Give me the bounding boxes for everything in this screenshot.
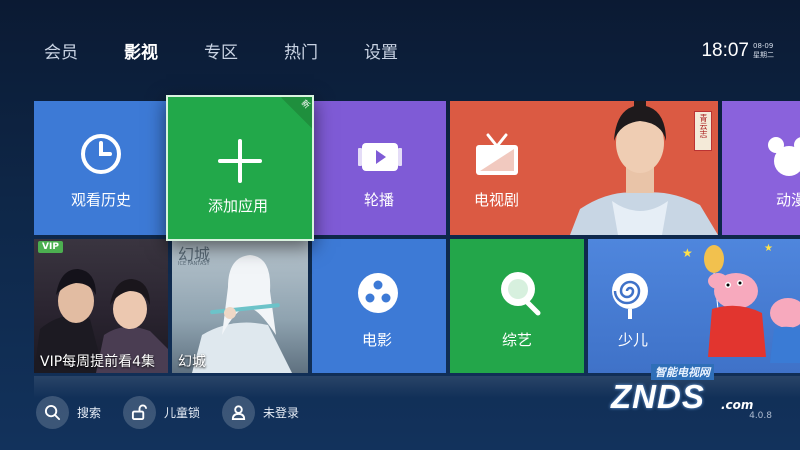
tile-carousel[interactable]: 轮播 (314, 101, 446, 235)
user-icon (222, 396, 256, 429)
tile-huancheng[interactable]: 幻城 ICE FANTASY 幻城 (172, 239, 308, 373)
tile-label: 综艺 (502, 331, 533, 349)
clock: 18:07 08-09 星期二 (701, 40, 774, 62)
tile-label: 动漫 (776, 191, 800, 209)
search-icon (36, 396, 69, 429)
top-nav: 会员 影视 专区 热门 设置 (44, 38, 398, 63)
nav-tab-hot[interactable]: 热门 (284, 38, 318, 63)
child-lock-label: 儿童锁 (164, 406, 201, 420)
new-badge-text: 新 (299, 98, 312, 111)
tile-label: 添加应用 (208, 197, 269, 215)
login-button[interactable]: 未登录 (222, 396, 299, 429)
version-label: 4.0.8 (749, 411, 772, 421)
tile-watch-history[interactable]: 观看历史 (34, 101, 168, 235)
new-badge: 新 (281, 97, 312, 129)
tile-label: 幻城 (178, 354, 206, 370)
microphone-icon (501, 272, 541, 316)
tile-movie[interactable]: 电影 (312, 239, 446, 373)
svg-text:★: ★ (764, 243, 773, 254)
poster-seal-text: 青云志 (699, 114, 708, 138)
tile-animation[interactable]: 动漫 (722, 101, 800, 235)
lollipop-icon (612, 273, 648, 319)
tile-label: 少儿 (618, 331, 649, 349)
poster-subtitle: ICE FANTASY (178, 261, 210, 267)
tile-label: 观看历史 (71, 191, 132, 209)
tv-icon (476, 133, 518, 175)
clock-icon (81, 134, 121, 174)
bottom-bar: 搜索 儿童锁 未登录 (36, 396, 299, 429)
peppa-pig-artwork: ★ ★ (682, 243, 800, 363)
nav-tab-settings[interactable]: 设置 (364, 38, 398, 63)
nav-tab-vip[interactable]: 会员 (44, 38, 78, 63)
tile-add-app[interactable]: 新 添加应用 (166, 95, 314, 241)
vip-badge: VIP (38, 241, 63, 253)
tile-variety[interactable]: 综艺 (450, 239, 584, 373)
tile-label: 电视剧 (474, 191, 520, 209)
watermark-main-text: ZNDS (611, 378, 705, 415)
search-button[interactable]: 搜索 (36, 396, 101, 429)
poster-seal: 青云志 (694, 111, 712, 151)
clock-time: 18:07 (701, 40, 749, 61)
nav-tab-zone[interactable]: 专区 (204, 38, 238, 63)
tile-label: 电影 (362, 331, 393, 349)
tile-vip-early[interactable]: VIP VIP每周提前看4集 (34, 239, 168, 373)
clock-weekday: 星期二 (753, 51, 774, 59)
child-lock-button[interactable]: 儿童锁 (123, 396, 200, 429)
tile-tv-drama[interactable]: 青云志 电视剧 (450, 101, 718, 235)
lock-icon (123, 396, 157, 429)
nav-tab-video[interactable]: 影视 (124, 38, 158, 63)
film-reel-icon (358, 273, 398, 313)
mickey-icon (768, 137, 800, 176)
login-label: 未登录 (263, 406, 300, 420)
tile-label: VIP每周提前看4集 (40, 354, 156, 370)
play-icon (358, 143, 402, 171)
tile-label: 轮播 (364, 191, 395, 209)
plus-icon (218, 139, 262, 183)
znds-watermark: 智能电视网 ZNDS .com (595, 362, 755, 422)
search-label: 搜索 (77, 406, 102, 420)
watermark-suffix: .com (721, 398, 754, 412)
svg-text:★: ★ (682, 246, 693, 260)
clock-date-value: 08-09 (753, 42, 774, 50)
tile-kids[interactable]: ★ ★ 少儿 (588, 239, 800, 373)
clock-date: 08-09 星期二 (753, 42, 774, 60)
